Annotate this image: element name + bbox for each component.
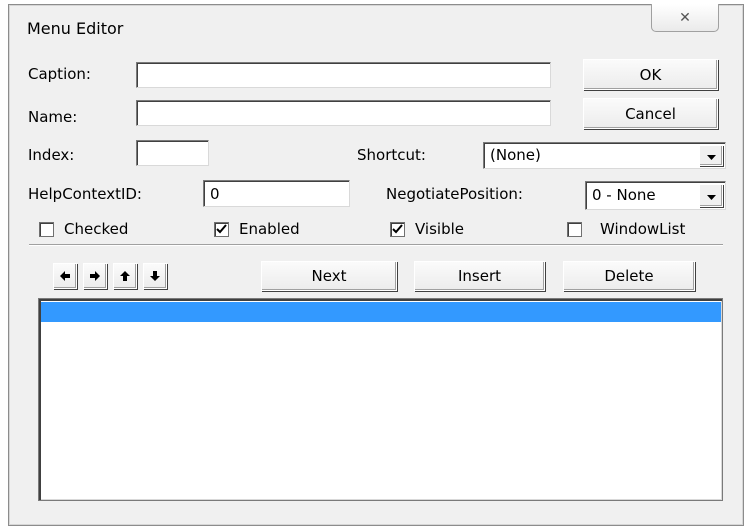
shortcut-dropdown-button[interactable] — [699, 145, 723, 166]
checkbox-box[interactable] — [214, 221, 229, 237]
helpcontextid-label: HelpContextID: — [28, 185, 142, 203]
next-button[interactable]: Next — [261, 261, 397, 291]
move-down-button[interactable] — [143, 263, 167, 289]
checkbox-label: Enabled — [239, 220, 300, 238]
index-label: Index: — [28, 146, 75, 164]
window-title: Menu Editor — [27, 19, 124, 38]
negotiateposition-dropdown-button[interactable] — [699, 184, 723, 207]
caption-label: Caption: — [28, 65, 91, 83]
checkbox-label: WindowList — [600, 220, 686, 238]
checkmark-icon — [392, 224, 403, 234]
close-icon: ✕ — [679, 9, 691, 26]
checkbox-enabled[interactable]: Enabled — [214, 220, 300, 238]
shortcut-value: (None) — [490, 146, 541, 164]
separator-line — [29, 244, 723, 246]
list-item-selected[interactable] — [41, 302, 721, 322]
close-button[interactable]: ✕ — [651, 4, 719, 32]
cancel-button[interactable]: Cancel — [583, 98, 718, 129]
index-field[interactable] — [136, 140, 209, 166]
menu-editor-dialog: Menu Editor ✕ Caption: OK Name: Cancel I… — [8, 4, 744, 526]
chevron-down-icon — [706, 147, 716, 165]
up-arrow-icon — [120, 271, 130, 281]
chevron-down-icon — [706, 187, 716, 205]
checkbox-visible[interactable]: Visible — [390, 220, 464, 238]
checkmark-icon — [216, 224, 227, 234]
checkbox-label: Checked — [64, 220, 129, 238]
checkbox-box[interactable] — [390, 221, 405, 237]
name-label: Name: — [28, 108, 78, 126]
ok-button[interactable]: OK — [583, 59, 718, 90]
shortcut-label: Shortcut: — [357, 146, 426, 164]
helpcontextid-field[interactable]: 0 — [203, 180, 350, 207]
checkbox-box[interactable] — [39, 221, 54, 237]
move-left-button[interactable] — [53, 263, 77, 289]
down-arrow-icon — [150, 271, 160, 281]
negotiateposition-value: 0 - None — [592, 186, 656, 204]
negotiateposition-combo[interactable]: 0 - None — [585, 181, 726, 210]
left-arrow-icon — [60, 271, 70, 281]
insert-button[interactable]: Insert — [414, 261, 545, 291]
menu-items-listbox[interactable] — [38, 298, 723, 501]
shortcut-combo[interactable]: (None) — [483, 142, 726, 169]
negotiateposition-label: NegotiatePosition: — [386, 185, 523, 203]
move-up-button[interactable] — [113, 263, 137, 289]
checkbox-box[interactable] — [567, 221, 582, 237]
move-right-button[interactable] — [83, 263, 107, 289]
right-arrow-icon — [90, 271, 100, 281]
checkbox-label: Visible — [415, 220, 464, 238]
delete-button[interactable]: Delete — [563, 261, 695, 291]
name-field[interactable] — [136, 100, 551, 126]
checkbox-windowlist[interactable]: WindowList — [567, 220, 685, 238]
checkbox-checked[interactable]: Checked — [39, 220, 128, 238]
caption-field[interactable] — [136, 62, 551, 88]
